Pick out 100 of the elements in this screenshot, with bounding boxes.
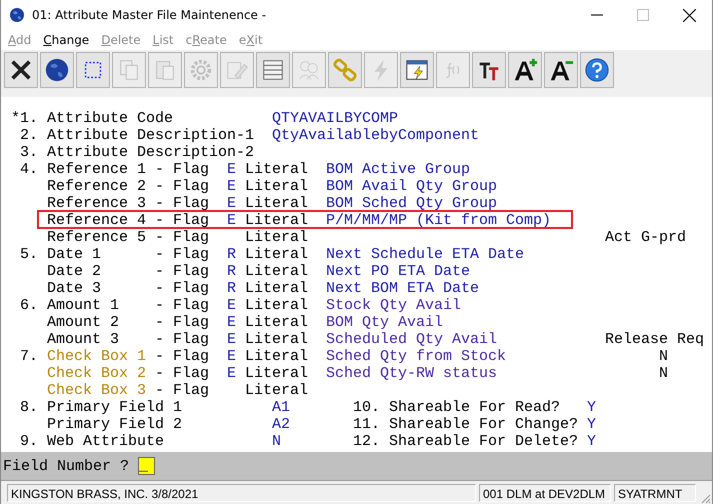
chain-link-icon — [332, 57, 358, 83]
flag-label: - Flag — [155, 229, 210, 246]
font-increase-icon — [512, 57, 538, 83]
flag-value: E — [227, 212, 236, 229]
literal-value: P/M/MM/MP (Kit from Comp) — [326, 212, 552, 229]
field-label: Reference 1 — [47, 161, 146, 178]
flag-value: R — [227, 280, 236, 297]
literal-label: Literal — [245, 314, 308, 331]
release-value: N — [659, 365, 668, 382]
flag-label: - Flag — [155, 212, 210, 229]
field-value: Y — [587, 399, 596, 416]
flag-value: E — [227, 297, 236, 314]
flag-label: - Flag — [155, 365, 210, 382]
flag-value: E — [227, 161, 236, 178]
flag-label: - Flag — [155, 195, 210, 212]
field-number: 7. — [20, 348, 38, 365]
field-number: 2. — [20, 127, 38, 144]
toolbar-button[interactable] — [508, 52, 542, 88]
globe-icon — [44, 57, 70, 83]
field-label: Shareable For Read? — [389, 399, 560, 416]
minimize-icon[interactable] — [591, 14, 603, 16]
field-number: *1. — [10, 110, 38, 127]
literal-value: Stock Qty Avail — [326, 297, 462, 314]
field-number: 9. — [20, 433, 38, 450]
release-value: N — [659, 348, 668, 365]
flag-label: - Flag — [155, 263, 210, 280]
flag-label: - Flag — [155, 348, 210, 365]
literal-label: Literal — [245, 263, 308, 280]
toolbar-button[interactable] — [580, 52, 614, 88]
literal-label: Literal — [245, 382, 308, 399]
flag-value: R — [227, 246, 236, 263]
literal-label: Literal — [245, 178, 308, 195]
window-title: 01: Attribute Master File Maintenence - — [32, 8, 268, 22]
field-label: Reference 3 — [47, 195, 146, 212]
field-value: A2 — [272, 416, 290, 433]
flag-label: - Flag — [155, 382, 210, 399]
globe-icon — [9, 7, 25, 23]
column-heading: Release Req — [605, 331, 704, 348]
field-value: A1 — [272, 399, 290, 416]
literal-value: Next Schedule ETA Date — [326, 246, 524, 263]
literal-value: BOM Avail Qty Group — [326, 178, 498, 195]
flag-label: - Flag — [155, 161, 210, 178]
input-field[interactable]: _ — [138, 457, 156, 475]
toolbar-button[interactable] — [40, 52, 74, 88]
field-number: 8. — [20, 399, 38, 416]
field-label: Amount 3 — [47, 331, 120, 348]
literal-label: Literal — [245, 246, 308, 263]
field-label: Date 1 — [47, 246, 102, 263]
literal-value: BOM Active Group — [326, 161, 470, 178]
field-label: Shareable For Delete? — [389, 433, 578, 450]
literal-label: Literal — [245, 348, 308, 365]
flag-value: E — [227, 365, 236, 382]
literal-value: BOM Qty Avail — [326, 314, 444, 331]
field-number: 4. — [20, 161, 38, 178]
toolbar-button[interactable] — [472, 52, 506, 88]
field-label: Attribute Description-2 — [47, 144, 254, 161]
field-value: Y — [587, 433, 596, 450]
field-number: 3. — [20, 144, 38, 161]
field-label: Check Box 3 — [47, 382, 146, 399]
field-label: Shareable For Change? — [389, 416, 578, 433]
literal-label: Literal — [245, 297, 308, 314]
toolbar-button[interactable] — [400, 52, 434, 88]
resize-grip-icon[interactable] — [699, 492, 711, 504]
flag-value: E — [227, 331, 236, 348]
menu-item[interactable]: Change — [43, 33, 90, 47]
literal-value: Sched Qty from Stock — [326, 348, 506, 365]
field-label: Reference 5 — [47, 229, 146, 246]
field-label: Amount 1 — [47, 297, 120, 314]
flag-label: - Flag — [155, 178, 210, 195]
field-label: Primary Field 2 — [47, 416, 182, 433]
close-icon[interactable] — [682, 8, 696, 22]
literal-label: Literal — [245, 195, 308, 212]
field-value: Y — [587, 416, 596, 433]
flag-value: E — [227, 348, 236, 365]
field-label: Web Attribute — [47, 433, 164, 450]
field-label: Attribute Code — [47, 110, 174, 127]
prompt-label: Field Number ? — [3, 458, 130, 474]
field-number: 11. — [353, 416, 380, 433]
toolbar-button[interactable] — [4, 52, 38, 88]
literal-value: Next BOM ETA Date — [326, 280, 480, 297]
field-value: QTYAVAILBYCOMP — [272, 110, 398, 127]
field-label: Date 3 — [47, 280, 102, 297]
column-heading: Act G-prd — [605, 229, 686, 246]
status-panel: SYATRMNT — [614, 484, 696, 502]
flag-label: - Flag — [155, 297, 210, 314]
field-value: QtyAvailablebyComponent — [272, 127, 480, 144]
field-label: Check Box 1 — [47, 348, 146, 365]
literal-label: Literal — [245, 280, 308, 297]
field-value: N — [272, 433, 282, 450]
flag-value: R — [227, 263, 236, 280]
flag-value: E — [227, 195, 236, 212]
field-label: Primary Field 1 — [47, 399, 182, 416]
field-number: 10. — [353, 399, 380, 416]
toolbar-button[interactable] — [544, 52, 578, 88]
flag-value: E — [227, 178, 236, 195]
field-label: Attribute Description-1 — [47, 127, 254, 144]
literal-label: Literal — [245, 212, 308, 229]
literal-value: Next PO ETA Date — [326, 263, 470, 280]
field-label: Check Box 2 — [47, 365, 146, 382]
field-label: Reference 4 — [47, 212, 146, 229]
